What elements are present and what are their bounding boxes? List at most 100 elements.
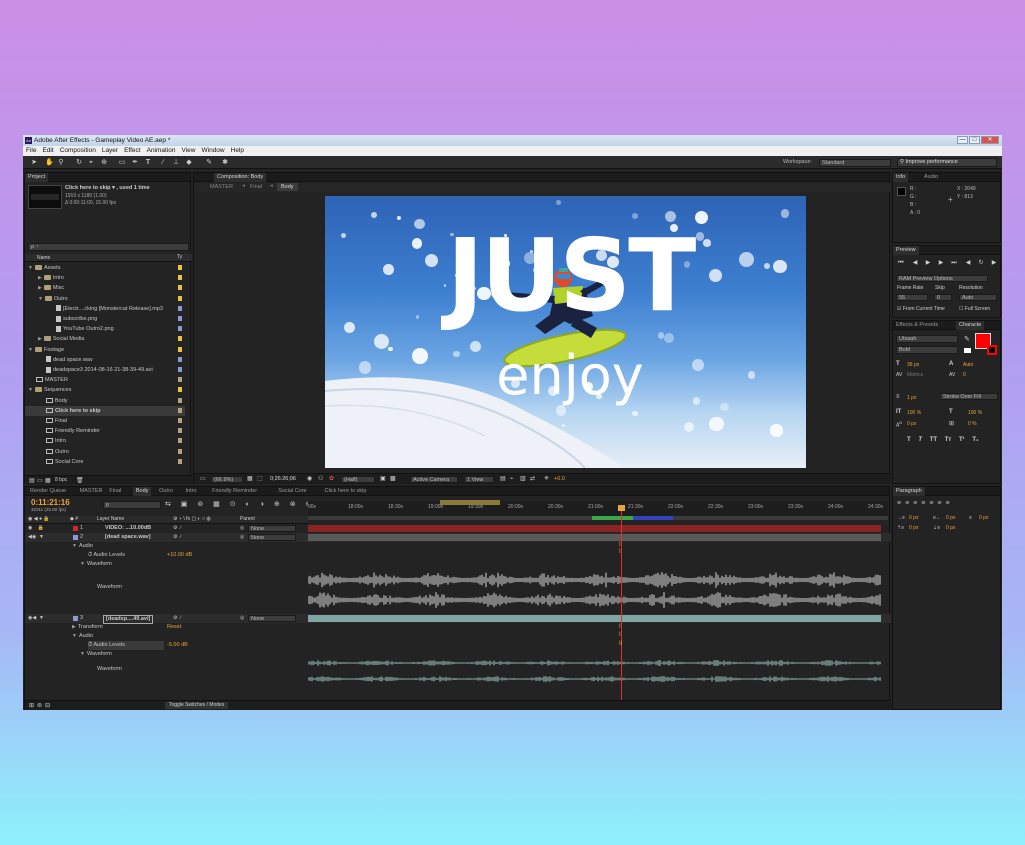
- font-size-value[interactable]: 36 px: [907, 362, 919, 368]
- vertical-scale-value[interactable]: 100 %: [907, 410, 921, 416]
- tab-preview[interactable]: Preview: [893, 246, 919, 255]
- transparency-grid-icon[interactable]: ▩: [390, 475, 396, 482]
- stroke-color-swatch[interactable]: [987, 345, 997, 355]
- tsume-value[interactable]: 0 %: [968, 421, 977, 427]
- stroke-width-value[interactable]: 1 px: [907, 395, 916, 401]
- cti-head[interactable]: [618, 505, 625, 511]
- tab-paragraph[interactable]: Paragraph: [893, 487, 925, 496]
- label-color-swatch[interactable]: [178, 275, 182, 281]
- timeline-tab[interactable]: Friendly Reminder: [209, 487, 260, 496]
- timeline-tab[interactable]: Final: [106, 487, 124, 496]
- layer-3-parent-select[interactable]: None: [248, 615, 296, 622]
- layer-1-label-color[interactable]: [73, 526, 78, 531]
- layer-2-audio-group[interactable]: ▼ Audio: [72, 542, 93, 551]
- menu-layer[interactable]: Layer: [102, 147, 118, 154]
- roto-brush-icon[interactable]: ✎: [205, 158, 213, 167]
- project-item[interactable]: Intro: [25, 436, 185, 446]
- tab-effects-presets[interactable]: Effects & Presets: [893, 321, 941, 330]
- menu-edit[interactable]: Edit: [42, 147, 53, 154]
- first-frame-icon[interactable]: ⏮: [897, 259, 905, 267]
- disclosure-open-icon[interactable]: ▼: [38, 296, 43, 302]
- workspace-select[interactable]: Standard: [819, 159, 891, 167]
- delete-icon[interactable]: 🗑: [76, 477, 84, 484]
- eraser-tool-icon[interactable]: ◆: [185, 158, 193, 167]
- indent-right-value[interactable]: 0 px: [946, 515, 955, 521]
- mask-icon[interactable]: ⬚: [257, 475, 263, 482]
- layer-2-parent-select[interactable]: None: [248, 534, 296, 541]
- label-color-swatch[interactable]: [178, 265, 182, 270]
- fast-preview-icon[interactable]: ⌁: [510, 475, 514, 482]
- toggle-switches-modes-button[interactable]: Toggle Switches / Modes: [165, 702, 229, 709]
- faux-italic-button[interactable]: T: [918, 437, 922, 443]
- timeline-tab[interactable]: Body: [132, 487, 152, 496]
- menu-file[interactable]: File: [26, 147, 36, 154]
- interpret-footage-icon[interactable]: ▤: [29, 477, 35, 484]
- all-caps-button[interactable]: TT: [930, 437, 937, 443]
- puppet-pin-icon[interactable]: ✱: [221, 158, 229, 167]
- always-preview-icon[interactable]: ▭: [200, 475, 206, 482]
- camera-select[interactable]: Active Camera: [410, 476, 458, 483]
- menu-animation[interactable]: Animation: [147, 147, 176, 154]
- show-snapshot-icon[interactable]: ⚇: [318, 475, 323, 482]
- project-item[interactable]: ▶ Social Media: [25, 334, 185, 344]
- project-item[interactable]: ▼ Assets: [25, 263, 185, 273]
- layer-2-parent-icon[interactable]: ◎: [240, 533, 244, 542]
- disclosure-open-icon[interactable]: ▼: [28, 265, 33, 271]
- layer-3-audio-levels-value[interactable]: -5.00 dB: [167, 641, 188, 650]
- layer-row-3[interactable]: ◉◀ ▼ 3 [deadsp....49.avi] ⚙ ∕ ◎ None: [25, 614, 891, 624]
- keyframe-icon[interactable]: I: [619, 542, 621, 548]
- project-item[interactable]: Outro: [25, 447, 185, 457]
- label-color-swatch[interactable]: [178, 356, 182, 362]
- label-color-swatch[interactable]: [178, 336, 182, 342]
- hand-tool-icon[interactable]: ✋: [45, 158, 54, 167]
- project-item[interactable]: YouTube Outro2.png: [25, 324, 185, 334]
- leading-value[interactable]: Auto: [963, 362, 973, 368]
- alignment-buttons[interactable]: ≡≡≡≡≡≡≡: [897, 500, 954, 507]
- play-icon[interactable]: ▶: [924, 259, 932, 267]
- comp-viewer[interactable]: JUST enjoy: [325, 196, 806, 468]
- label-color-swatch[interactable]: [178, 316, 182, 321]
- stroke-mode-select[interactable]: Stroke Over Fill: [940, 393, 998, 400]
- breadcrumb-final[interactable]: Final: [250, 184, 262, 190]
- flowchart-icon[interactable]: ⇄: [530, 475, 535, 482]
- timeline-tab[interactable]: Intro: [183, 487, 200, 496]
- layer-2-name[interactable]: [dead space.wav]: [105, 533, 151, 542]
- layer-2-switches-right[interactable]: ⚙ ∕: [173, 533, 181, 542]
- indent-left-value[interactable]: 0 px: [909, 515, 918, 521]
- subscript-button[interactable]: T₁: [972, 437, 978, 443]
- font-style-select[interactable]: Bold: [896, 346, 958, 354]
- label-color-swatch[interactable]: [178, 367, 182, 372]
- views-select[interactable]: 1 View: [464, 476, 494, 483]
- label-color-swatch[interactable]: [178, 377, 182, 383]
- breadcrumb-body[interactable]: Body: [277, 183, 298, 191]
- clone-tool-icon[interactable]: ⊥: [172, 158, 180, 167]
- mute-audio-icon[interactable]: ◀: [964, 259, 972, 267]
- last-frame-icon[interactable]: ⏭: [950, 259, 958, 267]
- disclosure-open-icon[interactable]: ▼: [28, 347, 33, 353]
- small-caps-button[interactable]: Tт: [945, 437, 952, 443]
- project-item[interactable]: ▼ Outro: [25, 294, 185, 304]
- maximize-button[interactable]: □: [969, 136, 980, 144]
- label-color-swatch[interactable]: [178, 326, 182, 332]
- pen-tool-icon[interactable]: ✒: [131, 158, 139, 167]
- brush-tool-icon[interactable]: ∕: [159, 158, 167, 167]
- label-color-swatch[interactable]: [178, 397, 182, 403]
- help-search-input[interactable]: ⚲ Improve performance: [897, 158, 997, 167]
- layer-3-reset-link[interactable]: Reset: [167, 623, 181, 632]
- type-tool-icon[interactable]: T: [144, 158, 152, 167]
- disclosure-open-icon[interactable]: ▼: [28, 387, 33, 393]
- layer-3-audio-levels[interactable]: ⏱ Audio Levels: [88, 641, 164, 650]
- loop-icon[interactable]: ↻: [977, 259, 985, 267]
- layer-3-bar[interactable]: [308, 615, 881, 622]
- menu-help[interactable]: Help: [231, 147, 244, 154]
- faux-bold-button[interactable]: T: [907, 437, 911, 443]
- prev-frame-icon[interactable]: ◀: [911, 259, 919, 267]
- resolution-select[interactable]: (Half): [341, 476, 375, 483]
- space-after-value[interactable]: 0 px: [946, 525, 955, 531]
- from-current-checkbox[interactable]: ☑: [897, 306, 901, 312]
- layer-3-waveform-group[interactable]: ▼ Waveform: [80, 650, 112, 659]
- tab-project[interactable]: Project: [25, 173, 49, 182]
- new-comp-icon[interactable]: ▦: [45, 477, 51, 484]
- label-color-swatch[interactable]: [178, 285, 182, 291]
- keyframe-icon[interactable]: II: [619, 641, 622, 647]
